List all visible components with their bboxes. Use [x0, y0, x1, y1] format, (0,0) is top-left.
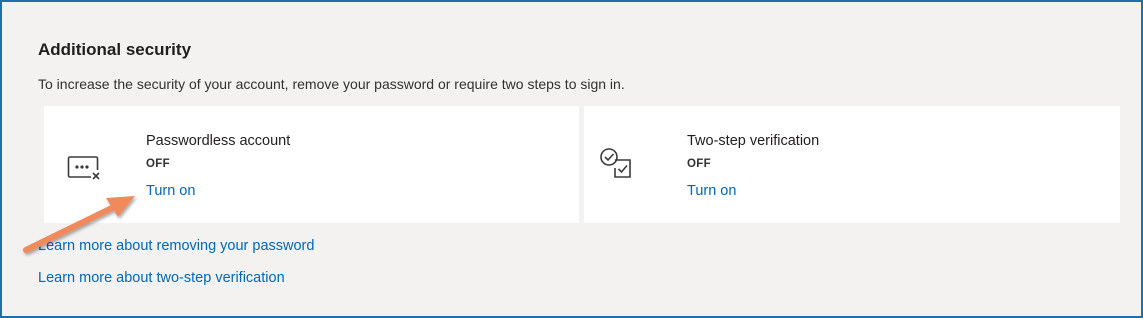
passwordless-account-title: Passwordless account [146, 133, 291, 149]
section-title: Additional security [38, 40, 192, 59]
passwordless-account-card: Passwordless account OFF Turn on [44, 106, 579, 223]
checklist-icon [598, 146, 634, 182]
learn-more-removing-password-link[interactable]: Learn more about removing your password [38, 238, 314, 254]
learn-more-two-step-link[interactable]: Learn more about two-step verification [38, 270, 285, 286]
two-step-verification-title: Two-step verification [687, 133, 820, 149]
section-description: To increase the security of your account… [38, 76, 625, 92]
passwordless-turn-on-link[interactable]: Turn on [146, 183, 195, 199]
passwordless-account-status: OFF [146, 158, 170, 170]
two-step-verification-status: OFF [687, 158, 711, 170]
password-dots-icon [66, 150, 102, 186]
two-step-verification-card: Two-step verification OFF Turn on [584, 106, 1120, 223]
two-step-turn-on-link[interactable]: Turn on [687, 183, 736, 199]
additional-security-panel: Additional security To increase the secu… [0, 0, 1143, 318]
